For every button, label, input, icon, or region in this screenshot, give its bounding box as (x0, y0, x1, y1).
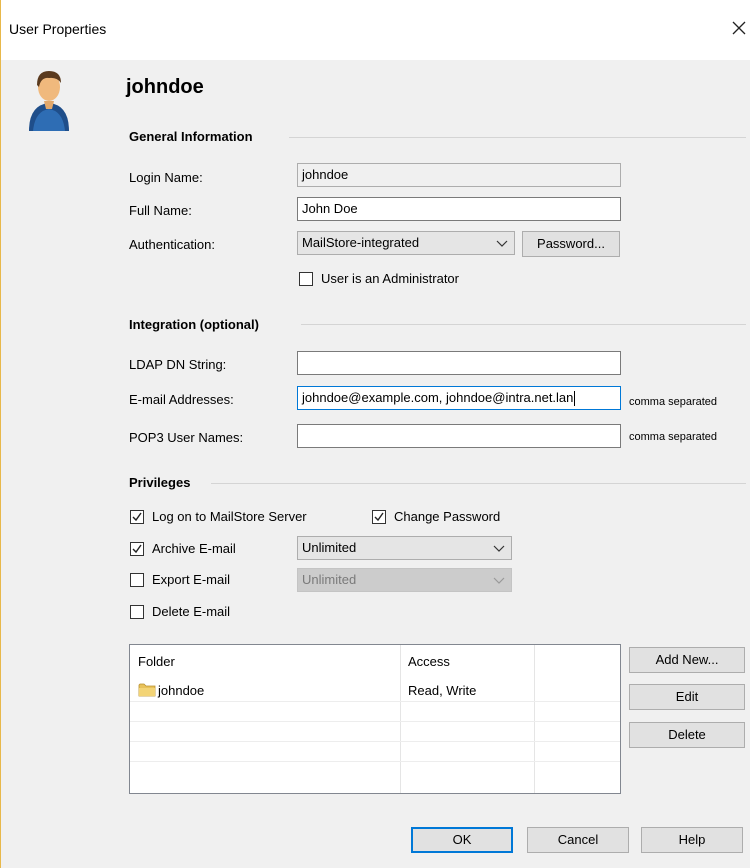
close-icon (732, 21, 746, 35)
window-title: User Properties (9, 21, 107, 37)
user-avatar-icon (29, 71, 69, 131)
text-caret (574, 391, 576, 407)
login-name-label: Login Name: (129, 170, 203, 185)
chevron-down-icon (493, 577, 505, 584)
title-bar: User Properties (1, 0, 750, 60)
help-button[interactable]: Help (641, 827, 743, 853)
checkmark-icon (132, 512, 142, 522)
folder-icon (138, 683, 156, 697)
delete-label: Delete E-mail (152, 604, 231, 619)
export-label: Export E-mail (152, 572, 231, 587)
cancel-button[interactable]: Cancel (527, 827, 629, 853)
column-divider (400, 645, 401, 793)
row-divider (130, 761, 620, 762)
email-addresses-field[interactable]: johndoe@example.com, johndoe@intra.net.l… (297, 386, 621, 410)
section-divider (301, 324, 746, 325)
full-name-label: Full Name: (129, 203, 192, 218)
email-addresses-label: E-mail Addresses: (129, 392, 234, 407)
login-name-field[interactable]: johndoe (297, 163, 621, 187)
section-divider (289, 137, 746, 138)
logon-checkbox[interactable] (130, 510, 144, 524)
column-divider (534, 645, 535, 793)
email-addresses-value: johndoe@example.com, johndoe@intra.net.l… (302, 390, 574, 405)
full-name-field[interactable]: John Doe (297, 197, 621, 221)
general-info-heading: General Information (129, 129, 253, 144)
close-button[interactable] (727, 14, 750, 42)
checkmark-icon (374, 512, 384, 522)
export-limit-value: Unlimited (302, 572, 357, 587)
change-password-checkbox[interactable] (372, 510, 386, 524)
authentication-value: MailStore-integrated (302, 235, 420, 250)
archive-limit-select[interactable]: Unlimited (297, 536, 512, 560)
privileges-heading: Privileges (129, 475, 191, 490)
chevron-down-icon (493, 545, 505, 552)
ldap-field[interactable] (297, 351, 621, 375)
table-row[interactable]: johndoe Read, Write (130, 681, 620, 701)
ok-button[interactable]: OK (411, 827, 513, 853)
password-button[interactable]: Password... (522, 231, 620, 257)
pop3-hint: comma separated (629, 431, 718, 443)
authentication-label: Authentication: (129, 237, 216, 252)
archive-label: Archive E-mail (152, 541, 236, 556)
user-properties-dialog: User Properties johndoe General Informat… (0, 0, 750, 868)
delete-button[interactable]: Delete (629, 722, 745, 748)
folder-name: johndoe (158, 683, 205, 698)
folder-access: Read, Write (408, 683, 477, 698)
add-new-button[interactable]: Add New... (629, 647, 745, 673)
page-title: johndoe (126, 76, 204, 98)
archive-checkbox[interactable] (130, 542, 144, 556)
section-divider (211, 483, 746, 484)
export-limit-select[interactable]: Unlimited (297, 568, 512, 592)
logon-label: Log on to MailStore Server (152, 509, 307, 524)
authentication-select[interactable]: MailStore-integrated (297, 231, 515, 255)
delete-checkbox[interactable] (130, 605, 144, 619)
pop3-label: POP3 User Names: (129, 430, 244, 445)
email-hint: comma separated (629, 396, 718, 408)
row-divider (130, 721, 620, 722)
column-header-access[interactable]: Access (408, 645, 450, 675)
row-divider (130, 701, 620, 702)
folder-access-table[interactable]: Folder Access johndoe Read, Write (129, 644, 621, 794)
admin-checkbox-label: User is an Administrator (321, 271, 459, 286)
change-password-label: Change Password (394, 509, 501, 524)
row-divider (130, 741, 620, 742)
ldap-label: LDAP DN String: (129, 357, 227, 372)
edit-button[interactable]: Edit (629, 684, 745, 710)
archive-limit-value: Unlimited (302, 540, 357, 555)
export-checkbox[interactable] (130, 573, 144, 587)
column-header-folder[interactable]: Folder (138, 645, 175, 675)
pop3-field[interactable] (297, 424, 621, 448)
checkmark-icon (132, 544, 142, 554)
integration-heading: Integration (optional) (129, 317, 259, 332)
admin-checkbox[interactable] (299, 272, 313, 286)
chevron-down-icon (496, 240, 508, 247)
